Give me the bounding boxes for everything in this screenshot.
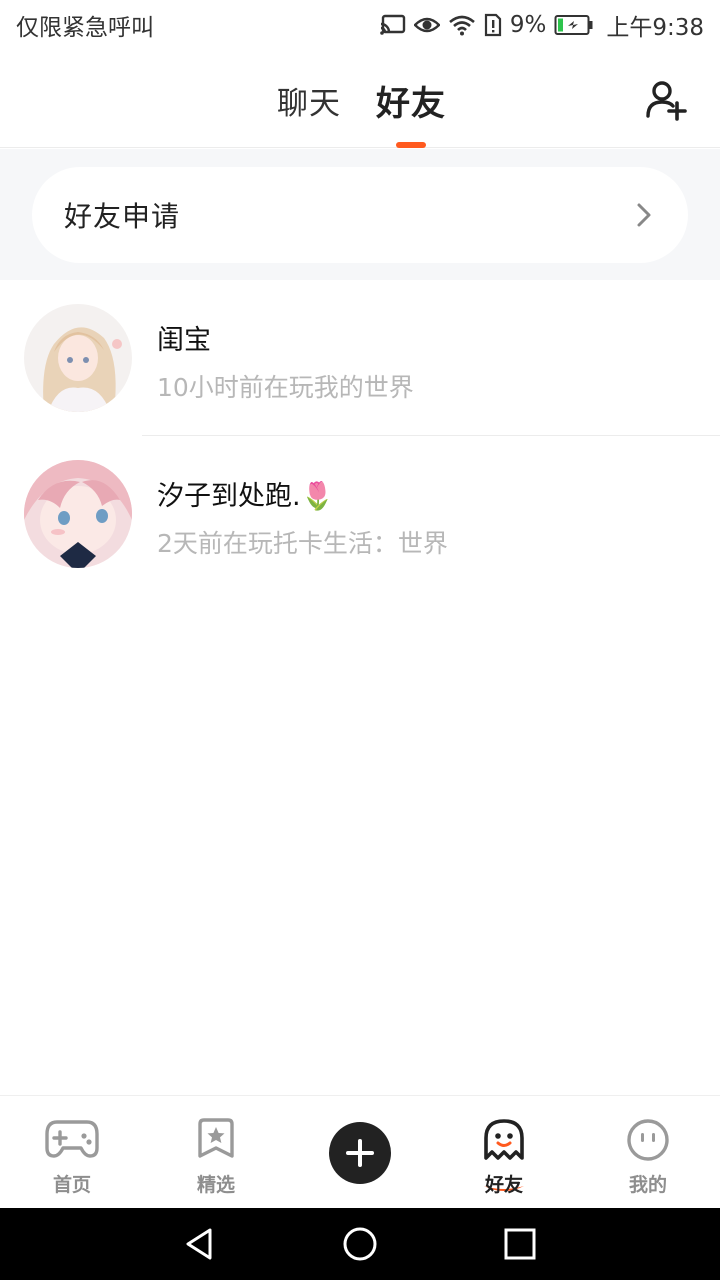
face-icon xyxy=(627,1119,669,1161)
friend-row[interactable]: 汐子到处跑.🌷 2天前在玩托卡生活：世界 xyxy=(0,436,720,592)
battery-percent: 9% xyxy=(509,12,547,38)
tab-chat[interactable]: 聊天 xyxy=(277,78,341,123)
gamepad-icon xyxy=(45,1120,99,1158)
status-icons: 9% 上午9:38 xyxy=(380,8,704,42)
nav-label-me: 我的 xyxy=(628,1174,667,1196)
nav-item-home[interactable]: 首页 xyxy=(0,1096,144,1209)
nav-label-featured: 精选 xyxy=(196,1174,235,1196)
friend-name: 汐子到处跑.🌷 xyxy=(157,481,335,512)
top-tab-header: 聊天 好友 xyxy=(0,50,720,148)
friend-request-label: 好友申请 xyxy=(64,200,181,233)
tab-friends[interactable]: 好友 xyxy=(376,76,446,125)
battery-charging-icon xyxy=(554,15,593,35)
system-nav-bar xyxy=(0,1208,720,1280)
chevron-right-icon xyxy=(637,203,651,227)
nav-item-featured[interactable]: 精选 xyxy=(144,1096,288,1209)
sim-alert-icon xyxy=(484,13,501,37)
friend-list: 闺宝 10小时前在玩我的世界 汐子到处跑.🌷 2天前在玩托卡生活：世界 xyxy=(0,280,720,592)
wifi-icon xyxy=(449,15,475,36)
friend-avatar[interactable] xyxy=(24,460,132,568)
nav-item-me[interactable]: 我的 xyxy=(576,1096,720,1209)
create-plus-button[interactable] xyxy=(329,1122,391,1184)
friend-row[interactable]: 闺宝 10小时前在玩我的世界 xyxy=(0,280,720,436)
friends-screen: 仅限紧急呼叫 9% 上午9:38 聊天 好友 好友申请 闺宝 10小时前在玩我的… xyxy=(0,0,720,1280)
back-icon[interactable] xyxy=(182,1226,218,1262)
nav-label-home: 首页 xyxy=(52,1174,91,1196)
status-bar: 仅限紧急呼叫 9% 上午9:38 xyxy=(0,0,720,50)
friend-status: 10小时前在玩我的世界 xyxy=(157,373,414,402)
bookmark-star-icon xyxy=(198,1118,234,1158)
home-icon[interactable] xyxy=(342,1226,378,1262)
nav-label-friends: 好友 xyxy=(484,1174,523,1196)
ghost-icon xyxy=(484,1119,524,1160)
nav-item-friends[interactable]: 好友 xyxy=(432,1096,576,1209)
carrier-text: 仅限紧急呼叫 xyxy=(16,15,154,41)
friend-status: 2天前在玩托卡生活：世界 xyxy=(157,529,448,558)
recents-icon[interactable] xyxy=(502,1226,538,1262)
add-friend-icon[interactable] xyxy=(644,78,690,124)
friend-name: 闺宝 xyxy=(157,325,211,356)
cast-icon xyxy=(380,14,406,35)
active-tab-indicator xyxy=(396,142,426,148)
friend-request-button[interactable]: 好友申请 xyxy=(32,167,688,263)
friend-avatar[interactable] xyxy=(24,304,132,412)
eye-icon xyxy=(413,17,440,33)
clock: 上午9:38 xyxy=(606,15,704,41)
friend-request-section: 好友申请 xyxy=(0,149,720,280)
bottom-nav: 首页 精选 好友 我的 xyxy=(0,1095,720,1208)
